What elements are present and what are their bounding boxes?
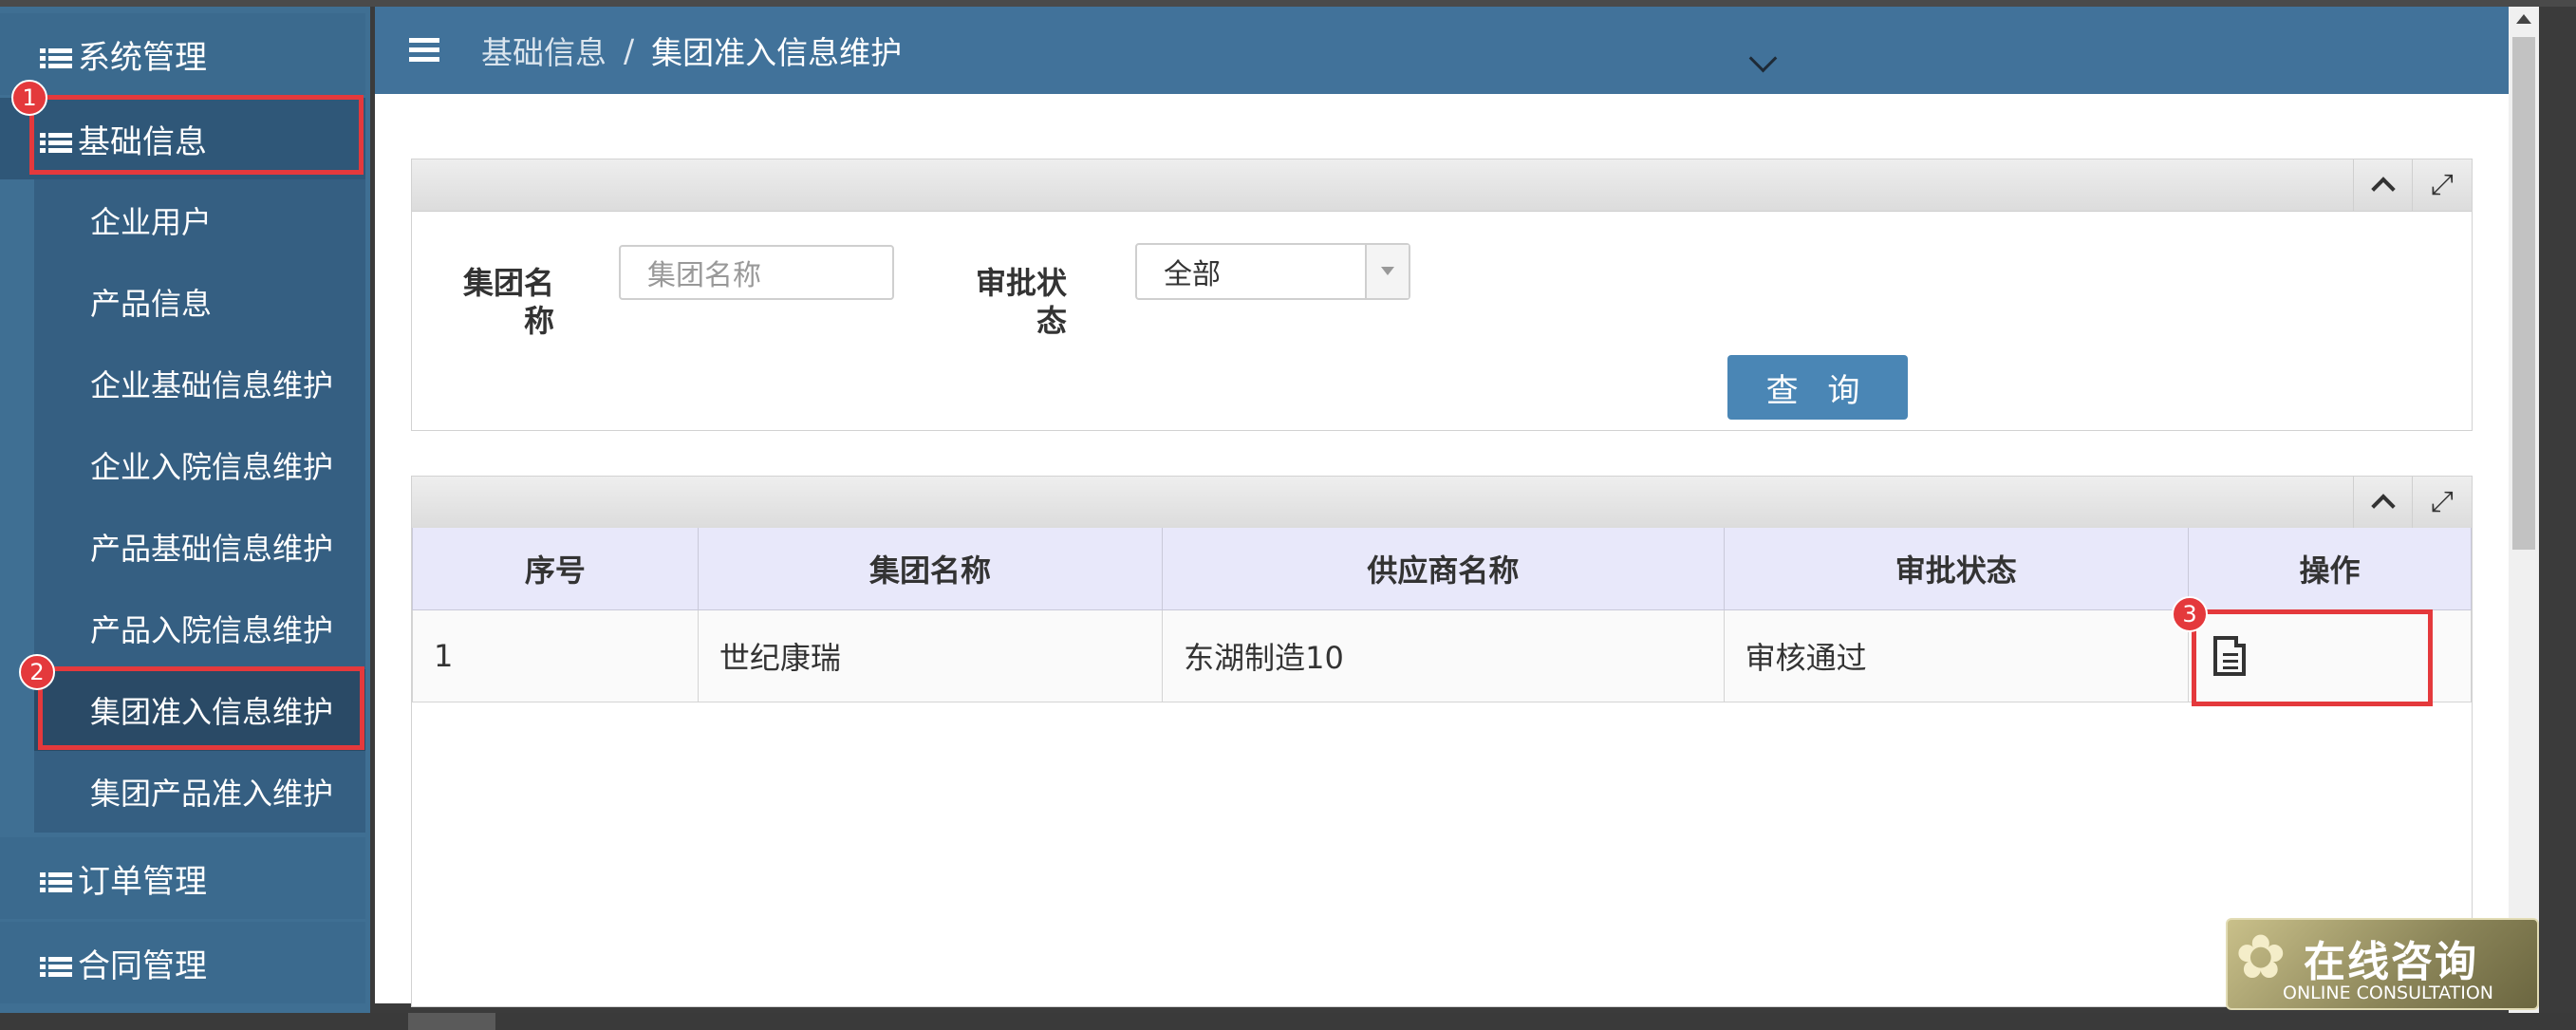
fullscreen-button[interactable]: ⤢	[2412, 477, 2472, 528]
group-name-label: 集团名 称	[462, 265, 554, 339]
consult-title: 在线咨询	[2304, 938, 2478, 986]
approval-status-value: 全部	[1164, 258, 1221, 291]
cell-no: 1	[412, 609, 699, 702]
scrollbar-thumb[interactable]	[2512, 37, 2535, 550]
sidebar-group-system[interactable]: 系统管理	[0, 13, 365, 95]
sidebar-item-product-info[interactable]: 产品信息	[34, 261, 365, 343]
annotation-badge-3: 3	[2172, 596, 2208, 632]
column-header-no: 序号	[412, 528, 699, 610]
sidebar-group-contracts[interactable]: 合同管理	[0, 922, 365, 1003]
sidebar-group-orders[interactable]: 订单管理	[0, 837, 365, 919]
window-top-edge	[0, 0, 2576, 7]
group-name-input[interactable]: 集团名称	[619, 245, 894, 300]
annotation-badge-2: 2	[19, 654, 55, 690]
approval-status-label: 审批状 态	[975, 265, 1067, 339]
table-row[interactable]: 1 世纪康瑞 东湖制造10 审核通过	[412, 609, 2473, 702]
hamburger-menu-icon[interactable]	[409, 38, 439, 63]
breadcrumb-current: 集团准入信息维护	[651, 34, 903, 71]
vertical-scrollbar[interactable]	[2509, 7, 2539, 1013]
flower-icon: ✿	[2235, 923, 2287, 993]
list-icon	[40, 866, 72, 892]
list-icon	[40, 42, 72, 68]
sidebar-item-enterprise-hospital[interactable]: 企业入院信息维护	[34, 424, 365, 506]
highlight-box-3	[2192, 609, 2433, 706]
chevron-up-icon	[2371, 494, 2396, 518]
breadcrumb-separator: /	[624, 31, 635, 69]
collapse-button[interactable]	[2353, 477, 2413, 528]
sidebar-group-label: 系统管理	[78, 38, 207, 77]
sidebar-item-product-basic[interactable]: 产品基础信息维护	[34, 506, 365, 588]
annotation-badge-1: 1	[11, 80, 47, 116]
query-button[interactable]: 查 询	[1727, 355, 1908, 420]
column-header-group: 集团名称	[697, 528, 1164, 610]
highlight-box-2	[38, 666, 364, 750]
approval-status-select[interactable]: 全部	[1135, 243, 1410, 300]
column-header-supplier: 供应商名称	[1162, 528, 1725, 610]
main-content: 基础信息 / 集团准入信息维护 ⤢ 集团名 称 集团名称 审批状 态 全部 查 …	[375, 7, 2509, 1007]
expand-icon: ⤢	[2431, 485, 2454, 518]
list-icon	[40, 950, 72, 977]
results-panel-toolbar: ⤢	[412, 477, 2472, 529]
consult-subtitle: ONLINE CONSULTATION	[2283, 983, 2494, 1003]
search-panel: ⤢ 集团名 称 集团名称 审批状 态 全部 查 询	[411, 159, 2473, 431]
bottom-scroll-handle[interactable]	[408, 1013, 495, 1030]
page-header: 基础信息 / 集团准入信息维护	[375, 7, 2509, 94]
bottom-bar	[0, 1013, 2576, 1030]
scroll-up-icon[interactable]	[2516, 14, 2531, 24]
column-header-action: 操作	[2187, 528, 2473, 610]
online-consultation-widget[interactable]: ✿ 在线咨询 ONLINE CONSULTATION	[2226, 918, 2539, 1010]
sidebar-group-label: 订单管理	[78, 862, 207, 901]
sidebar-item-group-product-access[interactable]: 集团产品准入维护	[34, 751, 365, 833]
results-panel: ⤢ 序号 集团名称 供应商名称 审批状态 操作 1 世纪康瑞 东湖制造10 审核…	[411, 476, 2473, 1007]
cell-supplier: 东湖制造10	[1162, 609, 1725, 702]
sidebar-item-product-hospital[interactable]: 产品入院信息维护	[34, 588, 365, 669]
sidebar-group-label: 合同管理	[78, 946, 207, 985]
sidebar-item-enterprise-user[interactable]: 企业用户	[34, 179, 365, 261]
cell-group: 世纪康瑞	[697, 609, 1164, 702]
dropdown-arrow-icon	[1365, 245, 1409, 298]
cell-status: 审核通过	[1723, 609, 2189, 702]
collapse-button[interactable]	[2353, 159, 2413, 211]
results-table: 序号 集团名称 供应商名称 审批状态 操作 1 世纪康瑞 东湖制造10 审核通过	[412, 528, 2473, 702]
breadcrumb-root[interactable]: 基础信息	[481, 28, 607, 73]
chevron-up-icon	[2371, 177, 2396, 201]
column-header-status: 审批状态	[1723, 528, 2189, 610]
fullscreen-button[interactable]: ⤢	[2412, 159, 2472, 211]
chevron-down-icon[interactable]	[1748, 44, 1778, 73]
highlight-box-1	[29, 95, 364, 175]
sidebar-item-enterprise-basic[interactable]: 企业基础信息维护	[34, 343, 365, 424]
search-panel-toolbar: ⤢	[412, 159, 2472, 212]
expand-icon: ⤢	[2431, 168, 2454, 201]
